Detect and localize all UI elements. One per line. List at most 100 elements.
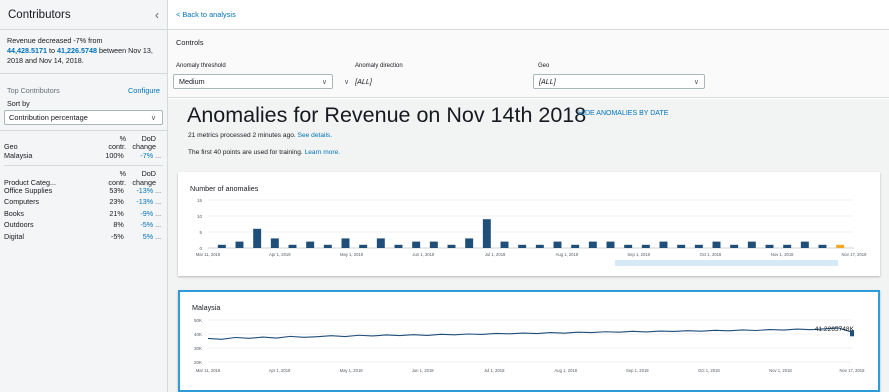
x-tick-label: Jul 1, 2018 xyxy=(485,252,506,257)
row-change: -13% xyxy=(136,197,154,207)
anomaly-count-card[interactable]: Number of anomalies 15 10 5 0 Mar 11, 2018 Ap… xyxy=(178,172,880,276)
x-tick-label: Nov 17, 2018 xyxy=(842,252,868,257)
y-tick-label: 50K xyxy=(194,318,202,323)
more-icon[interactable]: ... xyxy=(153,220,163,229)
row-change: -13% xyxy=(136,186,154,196)
bar xyxy=(253,228,262,248)
bar xyxy=(270,238,279,248)
table-row[interactable]: Outdoors 8% -5% ... xyxy=(4,220,163,230)
row-contr: 21% xyxy=(109,208,124,218)
table-row[interactable]: Malaysia 100% -7% ... xyxy=(4,150,163,160)
x-tick-label: Nov 1, 2018 xyxy=(769,368,792,373)
bar xyxy=(394,244,403,248)
table-row[interactable]: Digital -5% 5% ... xyxy=(4,232,163,241)
y-tick-label: 40K xyxy=(194,332,202,337)
bar xyxy=(465,238,474,248)
bar xyxy=(376,238,385,248)
x-tick-label: Mar 11, 2018 xyxy=(196,368,221,373)
row-change: -7% xyxy=(140,150,154,160)
page-title: Anomalies for Revenue on Nov 14th 2018 xyxy=(187,103,587,127)
sort-by-select[interactable]: Contribution percentage ∨ xyxy=(4,110,163,125)
y-tick-label: 5 xyxy=(199,230,202,235)
bar xyxy=(217,244,226,248)
bar xyxy=(765,244,774,248)
x-tick-label: Sep 1, 2018 xyxy=(626,368,649,373)
bar xyxy=(447,244,456,248)
x-tick-label: Mar 11, 2018 xyxy=(196,252,221,257)
geo-select[interactable]: [ALL] ∨ xyxy=(533,74,705,89)
chevron-down-icon: ∨ xyxy=(693,78,699,86)
geo-value: [ALL] xyxy=(539,77,556,86)
contributors-panel: Contributors ‹ Revenue decreased -7% fro… xyxy=(0,0,168,392)
bar xyxy=(429,241,438,248)
table-row[interactable]: Books 21% -9% ... xyxy=(4,208,163,218)
anomaly-threshold-select[interactable]: Medium ∨ xyxy=(173,74,333,89)
row-contr: 8% xyxy=(113,220,124,230)
x-tick-label: Jun 1, 2018 xyxy=(412,368,435,373)
x-tick-label: Nov 1, 2018 xyxy=(771,252,794,257)
malaysia-revenue-chart[interactable]: 50K 40K 30K 20K 41.2265748K Mar 11, 2018 Apr 1… xyxy=(180,292,878,390)
chevron-left-icon[interactable]: ‹ xyxy=(155,8,159,22)
sort-by-value: Contribution percentage xyxy=(9,113,88,122)
x-tick-label: May 1, 2018 xyxy=(340,368,364,373)
bar xyxy=(588,241,597,248)
bar xyxy=(341,238,350,248)
series-line xyxy=(207,327,853,340)
bar xyxy=(571,244,580,248)
hide-anomalies-link[interactable]: HIDE ANOMALIES BY DATE xyxy=(578,110,668,117)
y-tick-label: 20K xyxy=(194,360,202,365)
metric-card-malaysia[interactable]: Malaysia 50K 40K 30K 20K 41.2265748K Mar 11, … xyxy=(178,290,880,392)
bar xyxy=(518,244,527,248)
anomaly-threshold-value: Medium xyxy=(179,77,205,86)
table-row[interactable]: Office Supplies 53% -13% ... xyxy=(4,186,163,196)
analysis-main: < Back to analysis Controls Anomaly thre… xyxy=(168,0,889,392)
bar xyxy=(836,244,845,248)
top-contributors-label: Top Contributors xyxy=(7,86,60,95)
bar xyxy=(306,241,315,248)
bar xyxy=(288,244,297,248)
anomaly-direction-select[interactable]: ∨ [ALL] xyxy=(338,74,528,89)
x-tick-label: Jun 1, 2018 xyxy=(412,252,435,257)
x-tick-label: May 1, 2018 xyxy=(340,252,364,257)
anomaly-content: Anomalies for Revenue on Nov 14th 2018 H… xyxy=(168,99,889,392)
y-tick-label: 30K xyxy=(194,346,202,351)
x-tick-label: Aug 1, 2018 xyxy=(556,252,579,257)
bar xyxy=(730,244,739,248)
see-details-link[interactable]: See details. xyxy=(298,132,332,139)
bar xyxy=(624,244,633,248)
anomaly-direction-value: [ALL] xyxy=(355,77,372,86)
x-tick-label: Nov 17, 2018 xyxy=(840,368,866,373)
bar xyxy=(359,244,368,248)
bar xyxy=(800,241,809,248)
back-to-analysis-link[interactable]: < Back to analysis xyxy=(176,10,236,19)
table-row[interactable]: Computers 23% -13% ... xyxy=(4,197,163,207)
processed-text: 21 metrics processed 2 minutes ago. xyxy=(188,132,296,139)
contributors-title: Contributors xyxy=(8,8,71,21)
more-icon[interactable]: ... xyxy=(153,198,163,207)
more-icon[interactable]: ... xyxy=(153,186,163,195)
processed-info: 21 metrics processed 2 minutes ago. See … xyxy=(188,132,332,139)
row-name: Office Supplies xyxy=(4,186,53,196)
anomaly-count-chart[interactable]: 15 10 5 0Mar 11, 2018 Apr 1, 2018 May 1, 2018… xyxy=(178,172,880,276)
range-selector xyxy=(615,260,838,266)
row-name: Books xyxy=(4,208,24,218)
more-icon[interactable]: ... xyxy=(153,151,163,160)
contributors-header: Contributors ‹ xyxy=(0,0,167,30)
top-bar: < Back to analysis xyxy=(168,0,889,30)
row-contr: 100% xyxy=(105,150,124,160)
controls-title: Controls xyxy=(176,38,204,47)
learn-more-link[interactable]: Learn more. xyxy=(305,149,341,156)
bar xyxy=(783,244,792,248)
row-name: Outdoors xyxy=(4,220,34,230)
more-icon[interactable]: ... xyxy=(153,209,163,218)
more-icon[interactable]: ... xyxy=(153,232,163,241)
bar xyxy=(818,244,827,248)
controls-panel: Controls Anomaly threshold Medium ∨ Anom… xyxy=(168,30,889,98)
training-info: The first 40 points are used for trainin… xyxy=(188,149,340,156)
y-tick-label: 10 xyxy=(197,214,203,219)
summary-prefix: Revenue decreased -7% from xyxy=(7,36,103,45)
configure-link[interactable]: Configure xyxy=(128,86,160,95)
bar xyxy=(747,241,756,248)
top-contributors-row: Top Contributors Configure xyxy=(0,74,167,95)
row-change: -5% xyxy=(140,220,154,230)
